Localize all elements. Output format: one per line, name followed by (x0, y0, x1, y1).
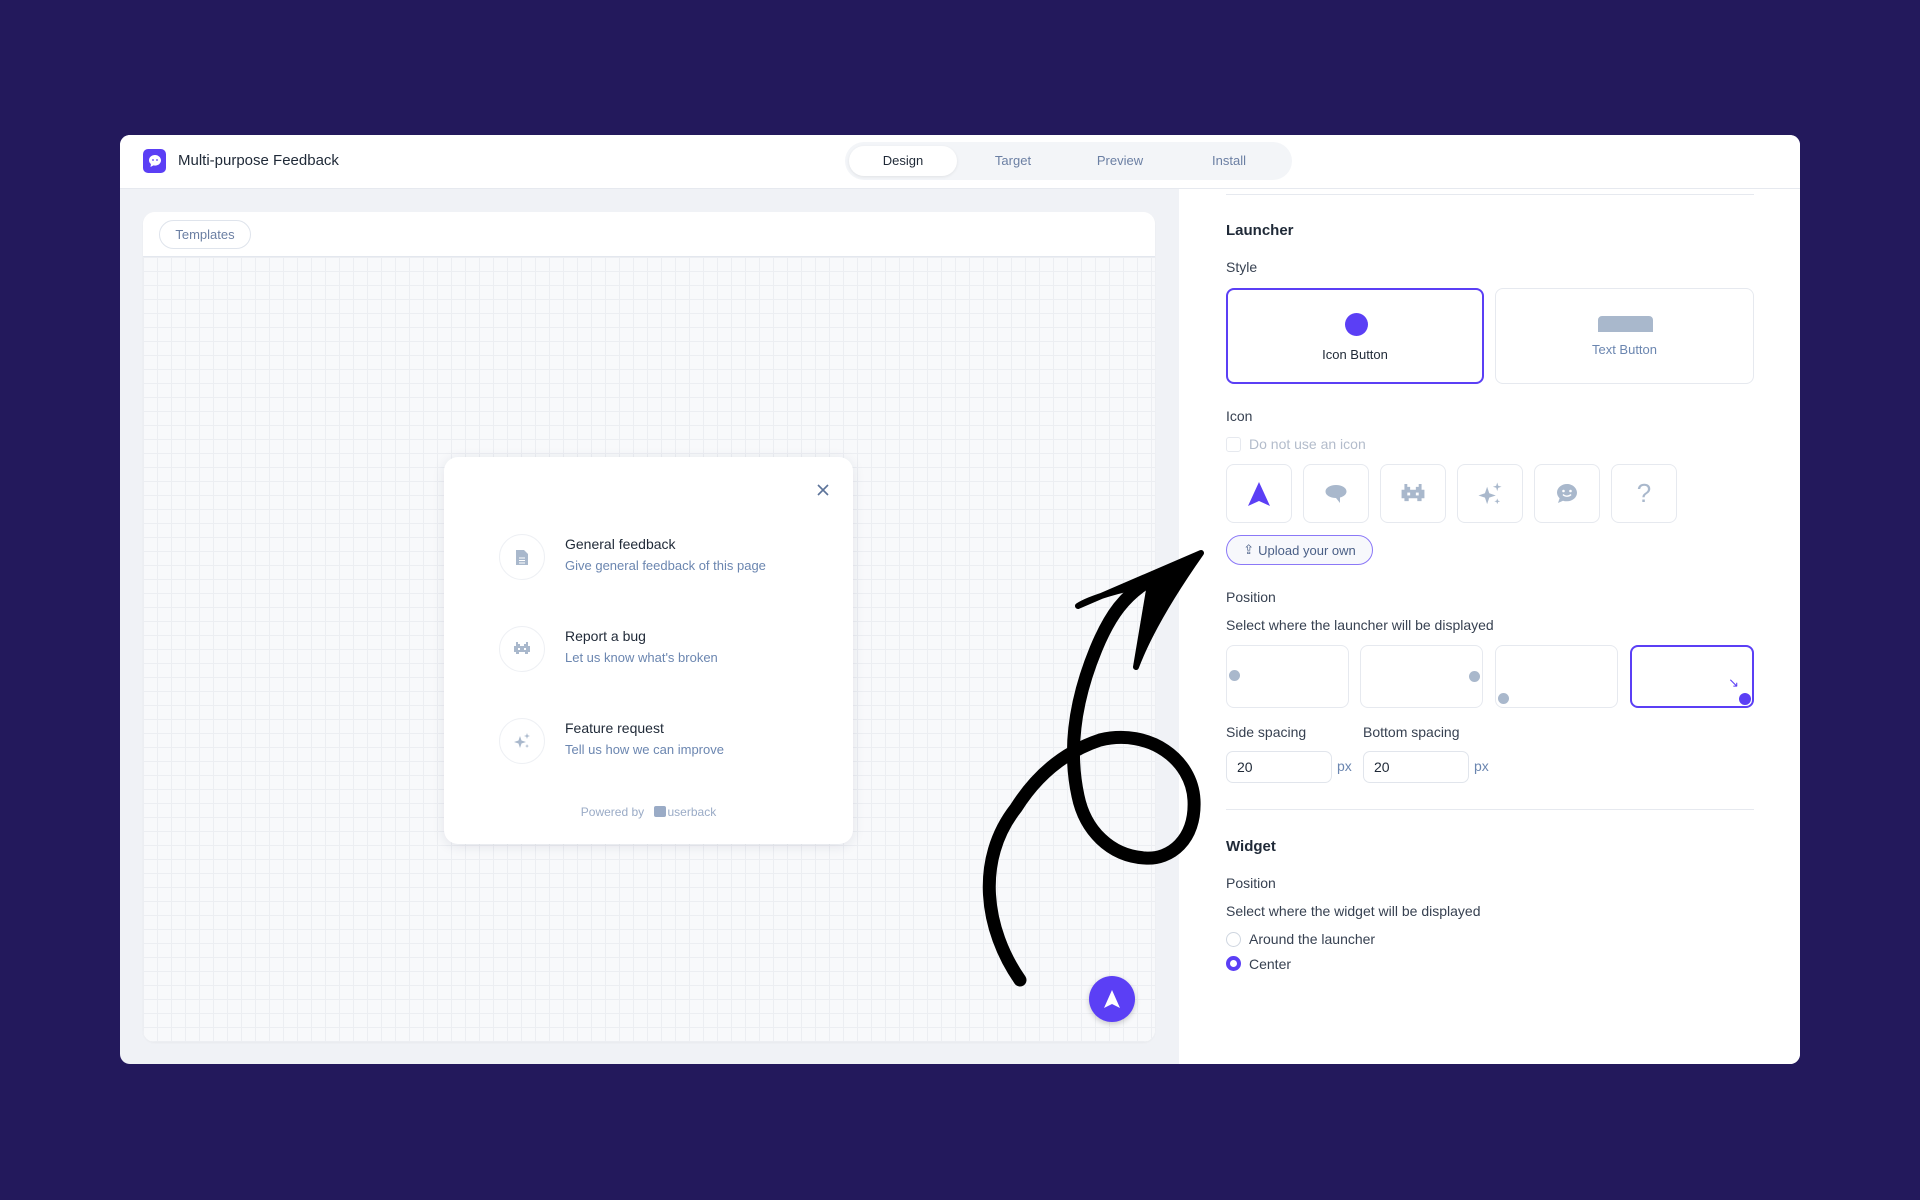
top-bar: Multi-purpose Feedback Design Target Pre… (120, 135, 1800, 189)
option-subtitle: Tell us how we can improve (565, 742, 724, 757)
navigation-arrow-icon (1248, 481, 1270, 506)
option-general-feedback[interactable]: General feedback Give general feedback o… (499, 534, 829, 582)
option-title: General feedback (565, 536, 676, 552)
tab-install[interactable]: Install (1175, 146, 1283, 176)
position-dot (1739, 693, 1751, 705)
feedback-widget: General feedback Give general feedback o… (444, 457, 853, 844)
icon-option-sparkles[interactable] (1457, 464, 1523, 523)
position-dot (1469, 671, 1480, 682)
position-bottom-left[interactable] (1495, 645, 1618, 708)
option-feature-request[interactable]: Feature request Tell us how we can impro… (499, 718, 829, 766)
position-label: Position (1226, 589, 1276, 605)
option-subtitle: Give general feedback of this page (565, 558, 766, 573)
radio-around-launcher[interactable] (1226, 932, 1241, 947)
icon-option-navigation[interactable] (1226, 464, 1292, 523)
bug-icon (499, 626, 545, 672)
sparkles-icon (499, 718, 545, 764)
side-spacing-input[interactable]: 20 (1226, 751, 1332, 783)
powered-by: Powered by userback (444, 805, 853, 819)
option-title: Feature request (565, 720, 664, 736)
arrow-down-right-icon: ↘ (1728, 675, 1739, 690)
no-icon-label: Do not use an icon (1249, 436, 1366, 452)
style-label-text: Icon Button (1322, 347, 1388, 362)
icon-option-smiley[interactable] (1534, 464, 1600, 523)
question-icon[interactable]: ? (1611, 464, 1677, 523)
style-icon-button[interactable]: Icon Button (1226, 288, 1484, 384)
position-dot (1498, 693, 1509, 704)
canvas-header: Templates (143, 212, 1155, 257)
upload-own-button[interactable]: ⇪ Upload your own (1226, 535, 1373, 565)
tab-bar: Design Target Preview Install (845, 142, 1292, 180)
navigation-arrow-icon (1104, 990, 1120, 1008)
smiley-chat-icon (1557, 483, 1577, 503)
icon-option-speech[interactable] (1303, 464, 1369, 523)
launcher-heading: Launcher (1226, 222, 1294, 239)
widget-position-subtitle: Select where the widget will be displaye… (1226, 903, 1481, 919)
bottom-spacing-label: Bottom spacing (1363, 724, 1460, 740)
position-right-middle[interactable] (1360, 645, 1483, 708)
widget-position-label: Position (1226, 875, 1276, 891)
app-window: Multi-purpose Feedback Design Target Pre… (120, 135, 1800, 1064)
position-subtitle: Select where the launcher will be displa… (1226, 617, 1494, 633)
launcher-button[interactable] (1089, 976, 1135, 1022)
icon-label: Icon (1226, 408, 1253, 424)
powered-by-text: Powered by (580, 805, 645, 819)
upload-label: Upload your own (1258, 542, 1356, 558)
no-icon-checkbox[interactable] (1226, 437, 1241, 452)
radio-label: Center (1249, 956, 1292, 972)
icon-option-bug[interactable] (1380, 464, 1446, 523)
option-subtitle: Let us know what's broken (565, 650, 718, 665)
style-text-button[interactable]: Text Button (1495, 288, 1754, 384)
option-report-bug[interactable]: Report a bug Let us know what's broken (499, 626, 829, 674)
unit-label: px (1337, 758, 1352, 774)
bottom-spacing-input[interactable]: 20 (1363, 751, 1469, 783)
userback-logo-icon (653, 806, 666, 817)
tab-design[interactable]: Design (849, 146, 957, 176)
templates-button[interactable]: Templates (159, 220, 251, 249)
radio-center[interactable] (1226, 956, 1241, 971)
divider (1226, 809, 1754, 810)
brand-name: userback (667, 805, 717, 819)
position-dot (1229, 670, 1240, 681)
page-title: Multi-purpose Feedback (178, 152, 339, 169)
tab-target[interactable]: Target (959, 146, 1067, 176)
unit-label: px (1474, 758, 1489, 774)
option-title: Report a bug (565, 628, 646, 644)
text-button-icon (1598, 316, 1653, 332)
style-label-text: Text Button (1591, 342, 1658, 357)
radio-label: Around the launcher (1249, 931, 1376, 947)
document-icon (499, 534, 545, 580)
tab-preview[interactable]: Preview (1066, 146, 1174, 176)
side-spacing-label: Side spacing (1226, 724, 1307, 740)
circle-icon (1345, 313, 1368, 336)
app-logo-icon (143, 149, 166, 173)
position-left-middle[interactable] (1226, 645, 1349, 708)
speech-bubble-icon (1325, 484, 1347, 503)
style-label: Style (1226, 259, 1258, 275)
position-bottom-right[interactable]: ↘ (1630, 645, 1754, 708)
bug-icon (1401, 483, 1425, 501)
sparkles-icon (1478, 481, 1502, 504)
upload-icon: ⇪ (1243, 542, 1255, 557)
close-icon[interactable] (816, 483, 830, 497)
divider (1226, 194, 1754, 195)
widget-heading: Widget (1226, 838, 1276, 855)
